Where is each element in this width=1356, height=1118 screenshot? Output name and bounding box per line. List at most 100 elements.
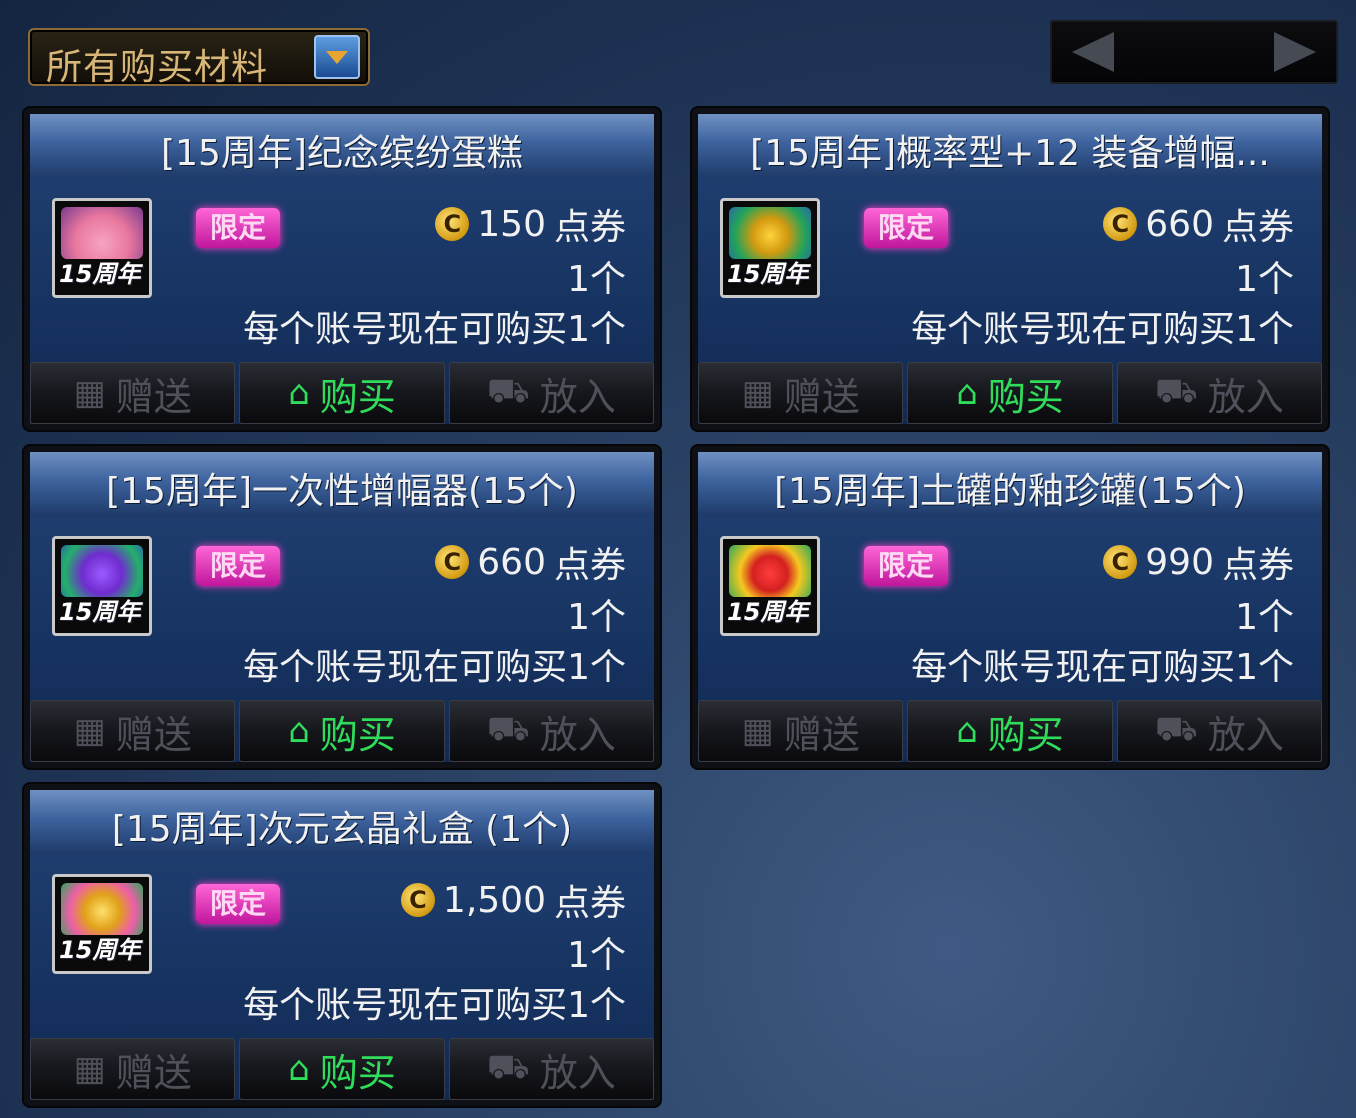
cart-label: 放入 [539,1050,616,1095]
currency-unit: 点券 [1221,207,1294,248]
shop-icon: ⌂ [288,711,310,751]
cart-label: 放入 [1207,712,1284,757]
cart-label: 放入 [1207,374,1284,419]
anniversary-tag: 15周年 [59,260,141,288]
gift-label: 赠送 [115,374,192,419]
gift-label: 赠送 [783,712,860,757]
item-title: [15周年]一次性增幅器(15个) [106,471,578,512]
filter-label: 所有购买材料 [46,47,269,88]
gift-icon: ▦ [741,711,774,751]
gift-button[interactable]: ▦ 赠送 [30,362,236,424]
item-quantity: 1个 [567,597,626,638]
material-filter-dropdown[interactable]: 所有购买材料 [28,28,370,88]
coin-icon: C [435,207,470,241]
buy-button[interactable]: ⌂ 购买 [239,362,445,424]
limited-badge: 限定 [864,208,948,248]
buy-button[interactable]: ⌂ 购买 [239,700,445,762]
price-value: 660 [477,541,546,583]
shop-icon: ⌂ [956,711,978,751]
shop-item-card: [15周年]概率型+12 装备增幅... 15周年 限定 C 660 点券 1个… [692,108,1328,430]
action-buttons: ▦ 赠送 ⌂ 购买 ⛟ 放入 [30,1038,654,1100]
add-to-cart-button[interactable]: ⛟ 放入 [1116,700,1322,762]
gift-label: 赠送 [783,374,860,419]
cake-icon[interactable]: 15周年 [52,198,152,298]
right-arrow-icon[interactable] [1274,32,1316,72]
cart-icon: ⛟ [1154,708,1198,749]
shop-item-card: [15周年]一次性增幅器(15个) 15周年 限定 C 660 点券 1个 每个… [24,446,660,768]
coin-icon: C [1103,545,1138,579]
anniversary-tag: 15周年 [727,598,809,626]
item-quantity: 1个 [567,935,626,976]
card-header: [15周年]一次性增幅器(15个) [30,452,654,518]
add-to-cart-button[interactable]: ⛟ 放入 [448,700,654,762]
currency-unit: 点券 [553,883,626,924]
buy-label: 购买 [319,1050,396,1095]
item-price: C 660 点券 [435,536,626,588]
item-quantity: 1个 [1235,597,1294,638]
cart-label: 放入 [539,712,616,757]
buy-label: 购买 [319,712,396,757]
cart-icon: ⛟ [486,1046,530,1087]
gift-box-icon[interactable]: 15周年 [720,198,820,298]
price-value: 150 [477,203,546,245]
buy-label: 购买 [987,712,1064,757]
action-buttons: ▦ 赠送 ⌂ 购买 ⛟ 放入 [698,362,1322,424]
gift-box-icon[interactable]: 15周年 [52,874,152,974]
shop-icon: ⌂ [288,373,310,413]
left-arrow-icon[interactable] [1072,32,1114,72]
gift-button[interactable]: ▦ 赠送 [698,362,904,424]
anniversary-tag: 15周年 [727,260,809,288]
action-buttons: ▦ 赠送 ⌂ 购买 ⛟ 放入 [698,700,1322,762]
card-header: [15周年]次元玄晶礼盒 (1个) [30,790,654,856]
item-price: C 660 点券 [1103,198,1294,250]
add-to-cart-button[interactable]: ⛟ 放入 [448,362,654,424]
purchase-limit: 每个账号现在可购买1个 [243,647,626,688]
add-to-cart-button[interactable]: ⛟ 放入 [448,1038,654,1100]
pager [1050,20,1338,84]
cart-label: 放入 [539,374,616,419]
action-buttons: ▦ 赠送 ⌂ 购买 ⛟ 放入 [30,362,654,424]
gift-icon: ▦ [741,373,774,413]
item-price: C 1,500 点券 [400,874,626,926]
item-quantity: 1个 [1235,259,1294,300]
anniversary-tag: 15周年 [59,598,141,626]
shop-icon: ⌂ [956,373,978,413]
price-value: 660 [1145,203,1214,245]
anniversary-tag: 15周年 [59,936,141,964]
cart-icon: ⛟ [1154,370,1198,411]
gift-label: 赠送 [115,1050,192,1095]
item-title: [15周年]土罐的釉珍罐(15个) [774,471,1246,512]
gift-button[interactable]: ▦ 赠送 [698,700,904,762]
purchase-limit: 每个账号现在可购买1个 [911,309,1294,350]
action-buttons: ▦ 赠送 ⌂ 购买 ⛟ 放入 [30,700,654,762]
add-to-cart-button[interactable]: ⛟ 放入 [1116,362,1322,424]
price-value: 1,500 [442,879,546,921]
gift-box-icon[interactable]: 15周年 [720,536,820,636]
limited-badge: 限定 [864,546,948,586]
buy-label: 购买 [319,374,396,419]
currency-unit: 点券 [553,207,626,248]
gift-icon: ▦ [73,373,106,413]
limited-badge: 限定 [196,884,280,924]
purchase-limit: 每个账号现在可购买1个 [911,647,1294,688]
gift-box-icon[interactable]: 15周年 [52,536,152,636]
buy-button[interactable]: ⌂ 购买 [907,700,1113,762]
chevron-down-icon[interactable] [314,35,360,79]
gift-label: 赠送 [115,712,192,757]
gift-button[interactable]: ▦ 赠送 [30,700,236,762]
gift-button[interactable]: ▦ 赠送 [30,1038,236,1100]
item-title: [15周年]概率型+12 装备增幅... [750,133,1270,174]
item-title: [15周年]次元玄晶礼盒 (1个) [111,809,573,850]
card-header: [15周年]纪念缤纷蛋糕 [30,114,654,180]
purchase-limit: 每个账号现在可购买1个 [243,985,626,1026]
buy-button[interactable]: ⌂ 购买 [239,1038,445,1100]
buy-button[interactable]: ⌂ 购买 [907,362,1113,424]
currency-unit: 点券 [1221,545,1294,586]
shop-icon: ⌂ [288,1049,310,1089]
cart-icon: ⛟ [486,708,530,749]
coin-icon: C [1103,207,1138,241]
buy-label: 购买 [987,374,1064,419]
price-value: 990 [1145,541,1214,583]
shop-item-card: [15周年]次元玄晶礼盒 (1个) 15周年 限定 C 1,500 点券 1个 … [24,784,660,1106]
item-title: [15周年]纪念缤纷蛋糕 [161,133,523,174]
